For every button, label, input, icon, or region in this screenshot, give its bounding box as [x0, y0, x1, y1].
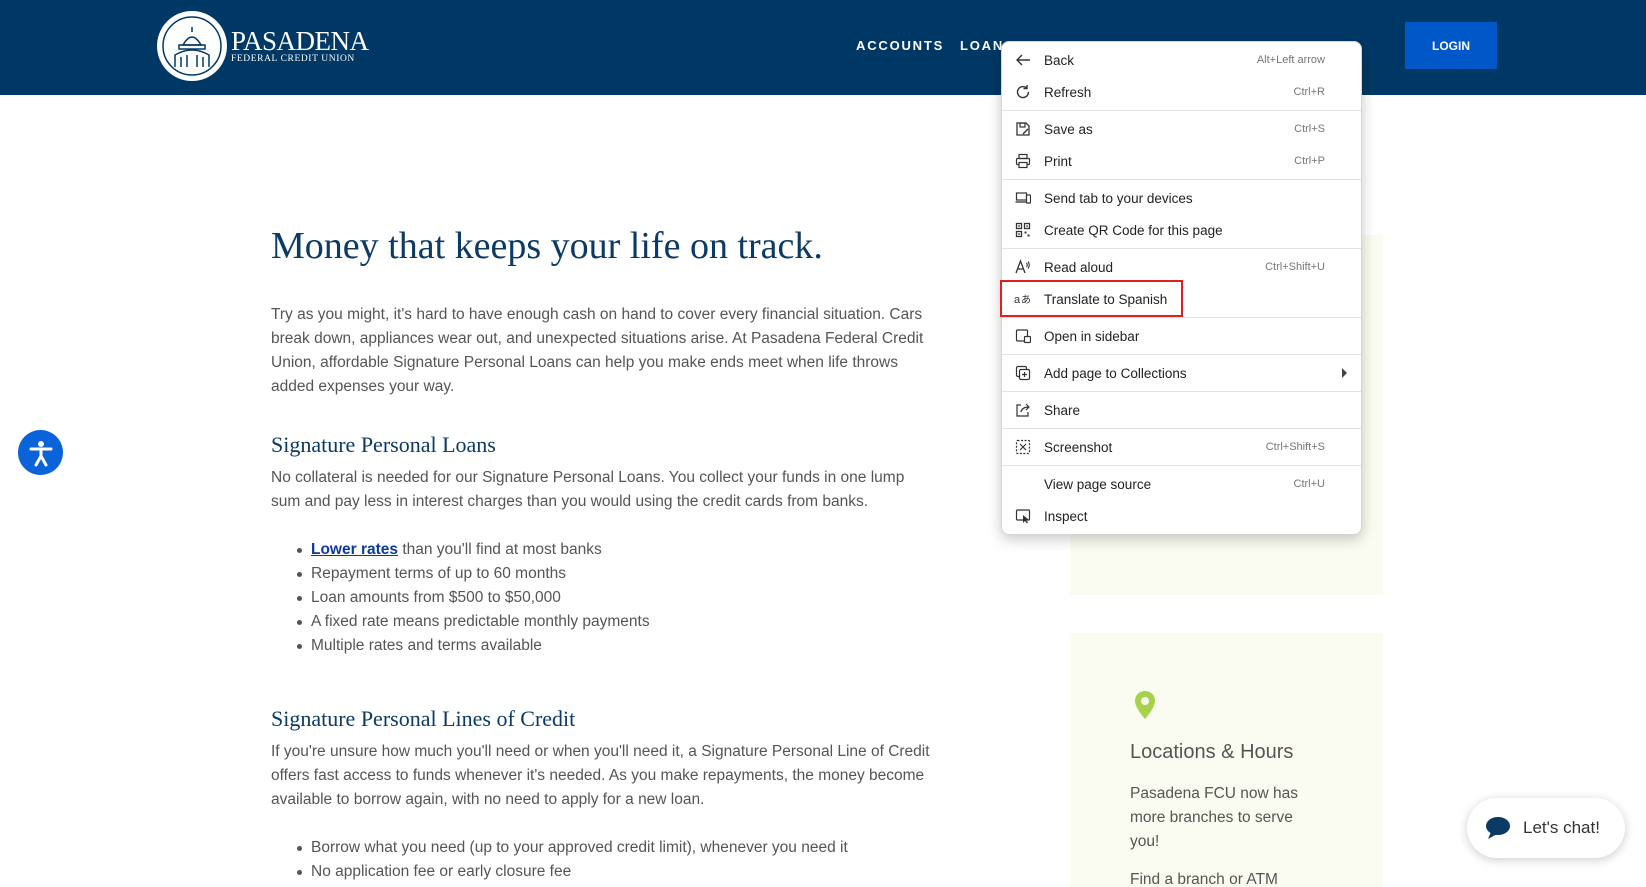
menu-item-shortcut: Ctrl+S: [1294, 123, 1325, 135]
lines-of-credit-list: Borrow what you need (up to your approve…: [297, 836, 848, 884]
logo-subtitle: FEDERAL CREDIT UNION: [231, 54, 355, 64]
sidebar-icon: [1014, 327, 1032, 345]
menu-item-refresh[interactable]: Refresh Ctrl+R: [1002, 76, 1361, 108]
list-item: A fixed rate means predictable monthly p…: [297, 610, 650, 634]
menu-separator: [1002, 248, 1361, 249]
menu-item-label: Print: [1044, 153, 1072, 169]
menu-separator: [1002, 354, 1361, 355]
list-item: Loan amounts from $500 to $50,000: [297, 586, 650, 610]
print-icon: [1014, 152, 1032, 170]
personal-loans-paragraph: No collateral is needed for our Signatur…: [271, 469, 905, 510]
menu-item-print[interactable]: Print Ctrl+P: [1002, 145, 1361, 177]
list-item: Borrow what you need (up to your approve…: [297, 836, 848, 860]
menu-item-label: Open in sidebar: [1044, 328, 1140, 344]
menu-item-screenshot[interactable]: Screenshot Ctrl+Shift+S: [1002, 431, 1361, 463]
pasadena-fcu-logo[interactable]: PASADENA FEDERAL CREDIT UNION: [157, 11, 369, 81]
find-branch-link[interactable]: Find a branch or ATM: [1130, 871, 1278, 887]
menu-item-send-tab[interactable]: Send tab to your devices: [1002, 182, 1361, 214]
menu-item-shortcut: Alt+Left arrow: [1256, 54, 1325, 66]
menu-item-save-as[interactable]: Save as Ctrl+S: [1002, 113, 1361, 145]
menu-separator: [1002, 179, 1361, 180]
menu-separator: [1002, 317, 1361, 318]
menu-item-label: Inspect: [1044, 508, 1088, 524]
menu-separator: [1002, 110, 1361, 111]
page-title: Money that keeps your life on track.: [271, 225, 823, 267]
refresh-icon: [1014, 83, 1032, 101]
menu-item-label: Add page to Collections: [1044, 365, 1187, 381]
collections-icon: [1014, 364, 1032, 382]
menu-item-label: Read aloud: [1044, 259, 1114, 275]
menu-item-shortcut: Ctrl+R: [1293, 86, 1325, 98]
save-icon: [1014, 120, 1032, 138]
menu-separator: [1002, 428, 1361, 429]
menu-item-label: View page source: [1044, 476, 1152, 492]
menu-item-shortcut: Ctrl+P: [1294, 155, 1325, 167]
read-aloud-icon: [1014, 258, 1032, 276]
menu-item-read-aloud[interactable]: Read aloud Ctrl+Shift+U: [1002, 251, 1361, 283]
section-title-personal-loans: Signature Personal Loans: [271, 432, 496, 457]
list-item: Repayment terms of up to 60 months: [297, 562, 650, 586]
menu-item-label: Back: [1044, 52, 1075, 68]
menu-item-label: Share: [1044, 402, 1081, 418]
menu-item-qr-code[interactable]: Create QR Code for this page: [1002, 214, 1361, 246]
inspect-icon: [1014, 507, 1032, 525]
building-seal-icon: [157, 11, 227, 81]
menu-item-shortcut: Ctrl+Shift+U: [1265, 261, 1325, 273]
menu-separator: [1002, 391, 1361, 392]
chat-bubble-icon: [1486, 817, 1510, 839]
back-arrow-icon: [1014, 51, 1032, 69]
lower-rates-link[interactable]: Lower rates: [311, 541, 398, 558]
intro-paragraph: Try as you might, it's hard to have enou…: [271, 306, 924, 395]
devices-icon: [1014, 189, 1032, 207]
menu-separator: [1002, 465, 1361, 466]
menu-item-share[interactable]: Share: [1002, 394, 1361, 426]
menu-item-view-source[interactable]: View page source Ctrl+U: [1002, 468, 1361, 500]
menu-item-label: Save as: [1044, 121, 1093, 137]
menu-item-back[interactable]: Back Alt+Left arrow: [1002, 44, 1361, 76]
section-title-lines-of-credit: Signature Personal Lines of Credit: [271, 706, 576, 731]
locations-text: Pasadena FCU now has more branches to se…: [1130, 785, 1299, 850]
list-item: Lower rates than you'll find at most ban…: [297, 538, 650, 562]
nav-loans[interactable]: LOAN: [960, 38, 1004, 53]
location-pin-icon: [1135, 691, 1155, 719]
menu-item-label: Create QR Code for this page: [1044, 222, 1223, 238]
submenu-arrow-icon: [1342, 368, 1347, 378]
personal-loans-list: Lower rates than you'll find at most ban…: [297, 538, 650, 658]
menu-item-label: Send tab to your devices: [1044, 190, 1193, 206]
accessibility-button[interactable]: [18, 430, 63, 475]
screenshot-icon: [1014, 438, 1032, 456]
login-button[interactable]: LOGIN: [1405, 22, 1497, 69]
menu-item-label: Refresh: [1044, 84, 1092, 100]
qr-code-icon: [1014, 221, 1032, 239]
list-item-text: than you'll find at most banks: [398, 541, 602, 558]
accessibility-icon: [29, 440, 52, 466]
menu-item-inspect[interactable]: Inspect: [1002, 500, 1361, 532]
chat-label: Let's chat!: [1523, 818, 1600, 837]
logo-name: PASADENA: [231, 26, 369, 56]
menu-item-label: Screenshot: [1044, 439, 1113, 455]
site-header: PASADENA FEDERAL CREDIT UNION ACCOUNTS L…: [0, 0, 1646, 95]
share-icon: [1014, 401, 1032, 419]
menu-item-open-in-sidebar[interactable]: Open in sidebar: [1002, 320, 1361, 352]
locations-title: Locations & Hours: [1130, 741, 1294, 763]
menu-item-shortcut: Ctrl+Shift+S: [1265, 441, 1325, 453]
menu-item-add-to-collections[interactable]: Add page to Collections: [1002, 357, 1361, 389]
list-item: Multiple rates and terms available: [297, 634, 650, 658]
lines-of-credit-paragraph: If you're unsure how much you'll need or…: [271, 743, 930, 808]
list-item: No application fee or early closure fee: [297, 860, 848, 884]
translate-highlight-box: [1000, 280, 1183, 317]
chat-button[interactable]: Let's chat!: [1467, 798, 1625, 858]
menu-item-shortcut: Ctrl+U: [1293, 478, 1325, 490]
nav-accounts[interactable]: ACCOUNTS: [856, 38, 944, 53]
